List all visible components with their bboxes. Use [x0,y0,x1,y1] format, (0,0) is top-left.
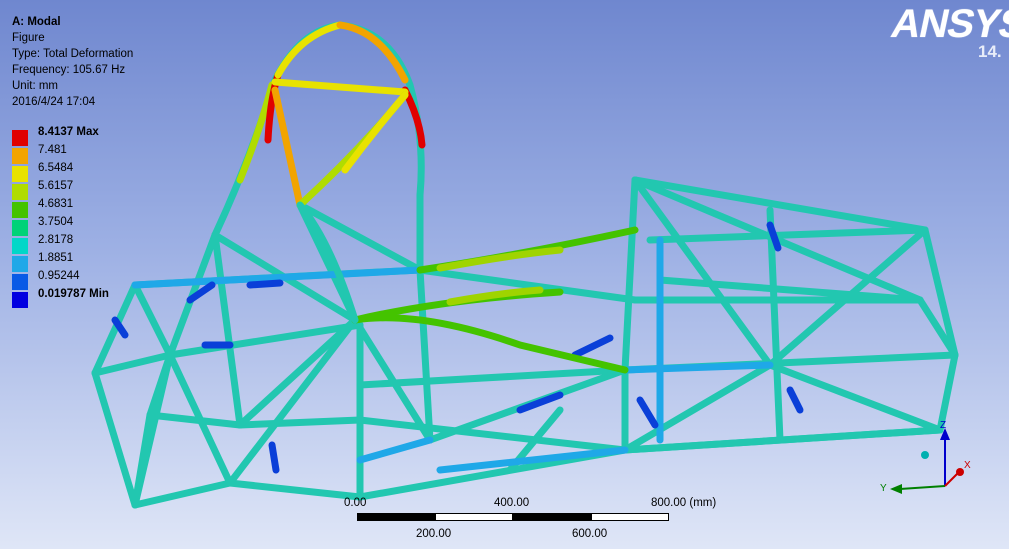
x-axis-line [944,472,959,487]
y-axis-label: Y [880,483,887,494]
x-axis-label: X [964,460,971,471]
frame-model-viewport[interactable] [0,0,1009,549]
y-axis-arrow [890,484,902,494]
frame-members [91,21,959,509]
x-axis-knob [956,468,964,476]
y-axis-line [899,485,946,490]
z-axis-label: Z [940,420,946,431]
coordinate-triad[interactable]: Z Y X [870,420,980,500]
view-center-dot [921,451,929,459]
